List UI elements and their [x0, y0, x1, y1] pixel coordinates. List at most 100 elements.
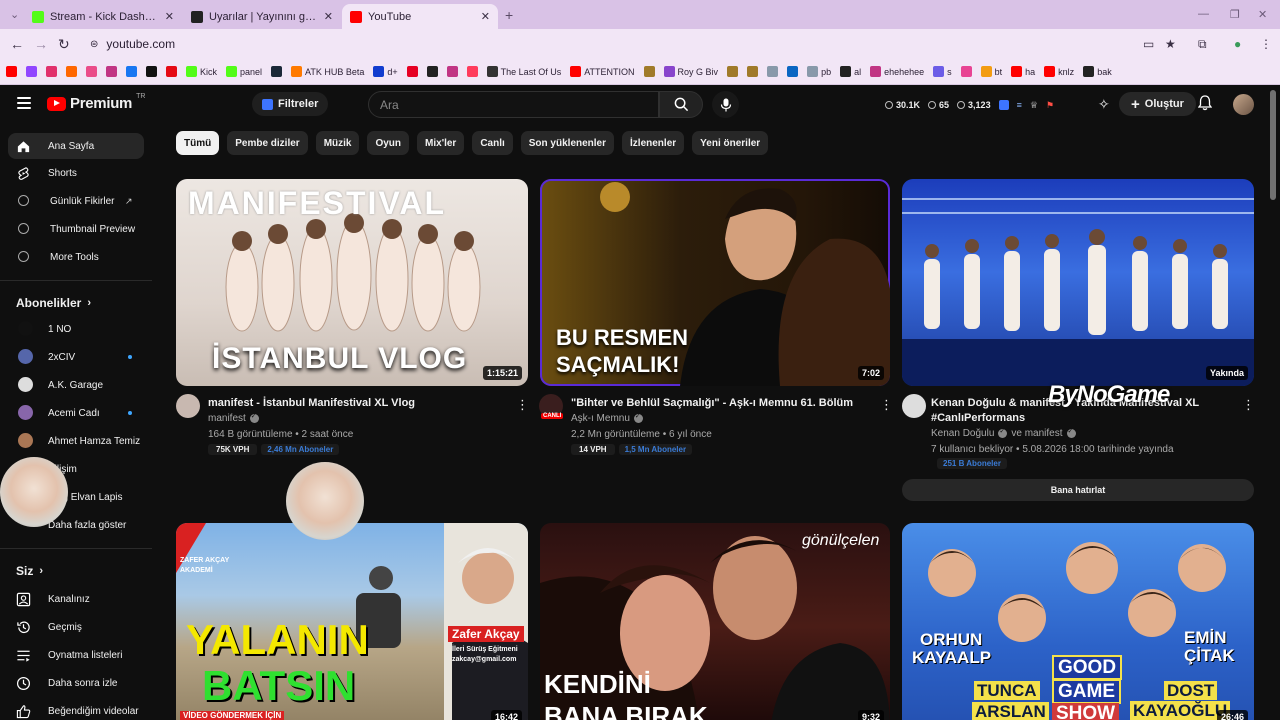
subscriptions-heading[interactable]: Abonelikler › [16, 296, 91, 310]
bookmark-item[interactable] [446, 66, 458, 77]
cast-icon[interactable]: ▭ [1143, 37, 1154, 51]
video-thumbnail[interactable]: BU RESMEN SAÇMALIK! 7:02 [540, 179, 890, 386]
tab-uyarilar[interactable]: Uyarılar | Yayınını güçlendirmek ✕ [183, 4, 341, 29]
bookmark-star-icon[interactable]: ★ [1165, 37, 1176, 51]
sidebar-item-your-channel[interactable]: Kanalınız [8, 586, 144, 612]
sidebar-item-watch-later[interactable]: Daha sonra izle [8, 670, 144, 696]
subscription-item[interactable]: A.K. Garage [8, 372, 144, 398]
bookmark-item[interactable]: ATTENTION [570, 66, 635, 77]
bookmark-item[interactable]: panel [226, 66, 262, 77]
trophy-icon[interactable]: ♕ [1030, 100, 1038, 111]
bookmark-item[interactable] [466, 66, 478, 77]
bookmark-item[interactable]: d+ [373, 66, 398, 77]
filter-chip[interactable]: İzlenenler [622, 131, 685, 155]
close-tab-icon[interactable]: ✕ [165, 10, 174, 23]
video-menu-icon[interactable]: ⋮ [1242, 398, 1255, 411]
bookmark-item[interactable]: ha [1011, 66, 1035, 77]
filter-chip[interactable]: Yeni öneriler [692, 131, 769, 155]
site-info-icon[interactable]: ⊜ [90, 39, 98, 50]
bookmark-item[interactable]: Kick [186, 66, 217, 77]
bookmark-item[interactable]: pb [807, 66, 831, 77]
bookmark-item[interactable] [271, 66, 283, 77]
video-thumbnail[interactable]: gönülçelen KENDİNİ BANA BIRAK 9:32 [540, 523, 890, 720]
bookmark-item[interactable]: al [840, 66, 861, 77]
sidebar-item-liked-videos[interactable]: Beğendiğim videolar [8, 698, 144, 720]
tab-youtube[interactable]: YouTube ✕ [342, 4, 498, 29]
forward-icon[interactable]: → [34, 36, 48, 52]
bell-small-icon[interactable]: ⚑ [1046, 100, 1054, 111]
video-thumbnail[interactable]: MANIFESTIVAL İSTANBUL VLOG 1:15:21 [176, 179, 528, 386]
video-title[interactable]: manifest - İstanbul Manifestival XL Vlog [208, 396, 508, 411]
bookmark-item[interactable] [960, 66, 972, 77]
minimize-icon[interactable]: — [1198, 8, 1209, 20]
youtube-premium-logo[interactable]: Premium TR [47, 93, 145, 112]
bookmark-item[interactable]: bt [980, 66, 1002, 77]
subscription-item[interactable]: 1 NO [8, 316, 144, 342]
channel-avatar[interactable] [902, 394, 926, 418]
notifications-bell-icon[interactable] [1198, 95, 1212, 111]
video-menu-icon[interactable]: ⋮ [880, 398, 893, 411]
address-bar[interactable]: ⊜ youtube.com [82, 33, 1192, 55]
video-menu-icon[interactable]: ⋮ [516, 398, 529, 411]
new-tab-icon[interactable]: + [505, 7, 513, 23]
sidebar-item-more-tools[interactable]: More Tools [8, 244, 144, 270]
bookmark-item[interactable]: Roy G Biv [663, 66, 718, 77]
filter-chip[interactable]: Canlı [472, 131, 513, 155]
vidiq-icon[interactable] [998, 100, 1009, 110]
bookmark-item[interactable]: s [933, 66, 952, 77]
guide-menu-icon[interactable] [17, 97, 31, 109]
tab-kick-dashboard[interactable]: Stream - Kick Dashboard ✕ [24, 4, 182, 29]
channel-name[interactable]: manifest [208, 412, 259, 424]
extensions-icon[interactable]: ⧉ [1198, 37, 1207, 52]
bookmark-item[interactable]: ATK HUB Beta [291, 66, 364, 77]
close-window-icon[interactable]: ✕ [1258, 8, 1267, 21]
bookmark-item[interactable] [787, 66, 799, 77]
bookmark-item[interactable] [426, 66, 438, 77]
filter-chip[interactable]: Oyun [367, 131, 410, 155]
voice-search-button[interactable] [712, 91, 739, 118]
video-title[interactable]: "Bihter ve Behlül Saçmalığı" - Aşk-ı Mem… [571, 396, 871, 411]
bookmark-item[interactable] [747, 66, 759, 77]
bookmark-item[interactable]: knlz [1044, 66, 1074, 77]
filters-button[interactable]: Filtreler [252, 92, 329, 116]
bookmark-item[interactable] [146, 66, 157, 77]
sidebar-item-home[interactable]: Ana Sayfa [8, 133, 144, 159]
tab-search-icon[interactable]: ⌄ [10, 8, 19, 21]
channel-name[interactable]: Aşk-ı Memnu [571, 412, 643, 424]
bookmark-item[interactable] [767, 66, 779, 77]
sidebar-item-shorts[interactable]: Shorts [8, 160, 144, 186]
channel-name[interactable]: Kenan Doğuluve manifest [931, 427, 1076, 439]
back-icon[interactable]: ← [10, 36, 24, 52]
sidebar-item-daily-ideas[interactable]: Günlük Fikirler ↗ [8, 188, 144, 214]
bookmark-item[interactable] [66, 66, 77, 77]
subscription-item[interactable]: Ahmet Hamza Temiz [8, 428, 144, 454]
sidebar-item-playlists[interactable]: Oynatma listeleri [8, 642, 144, 668]
list-icon[interactable]: ≡ [1017, 100, 1022, 110]
you-heading[interactable]: Siz › [16, 564, 43, 578]
account-avatar[interactable] [1233, 94, 1254, 115]
restore-icon[interactable]: ❐ [1230, 8, 1240, 21]
bookmark-item[interactable] [106, 66, 117, 77]
browser-menu-icon[interactable]: ⋮ [1260, 37, 1272, 51]
bookmark-item[interactable]: ehehehee [870, 66, 924, 77]
filter-chip[interactable]: Pembe diziler [227, 131, 308, 155]
bookmark-item[interactable] [126, 66, 137, 77]
page-scrollbar[interactable] [1270, 90, 1276, 200]
search-input[interactable]: Ara [368, 91, 659, 118]
search-button[interactable] [659, 91, 703, 118]
reload-icon[interactable]: ↻ [58, 36, 70, 53]
filter-chip[interactable]: Müzik [315, 131, 360, 155]
bookmark-item[interactable] [166, 66, 177, 77]
bookmark-item[interactable] [406, 66, 418, 77]
subscription-item[interactable]: Acemi Cadı [8, 400, 144, 426]
close-tab-icon[interactable]: ✕ [481, 10, 490, 23]
close-tab-icon[interactable]: ✕ [324, 10, 333, 23]
profile-icon[interactable]: ● [1234, 37, 1241, 51]
bookmark-item[interactable] [727, 66, 739, 77]
bookmark-item[interactable] [26, 66, 37, 77]
video-thumbnail[interactable]: ORHUN KAYAALP EMİN ÇİTAK TUNCA ARSLAN GO… [902, 523, 1254, 720]
bookmark-item[interactable] [86, 66, 97, 77]
subscription-item[interactable]: 2xCIV [8, 344, 144, 370]
channel-avatar[interactable] [176, 394, 200, 418]
studio-icon[interactable]: ✧ [1098, 96, 1110, 113]
